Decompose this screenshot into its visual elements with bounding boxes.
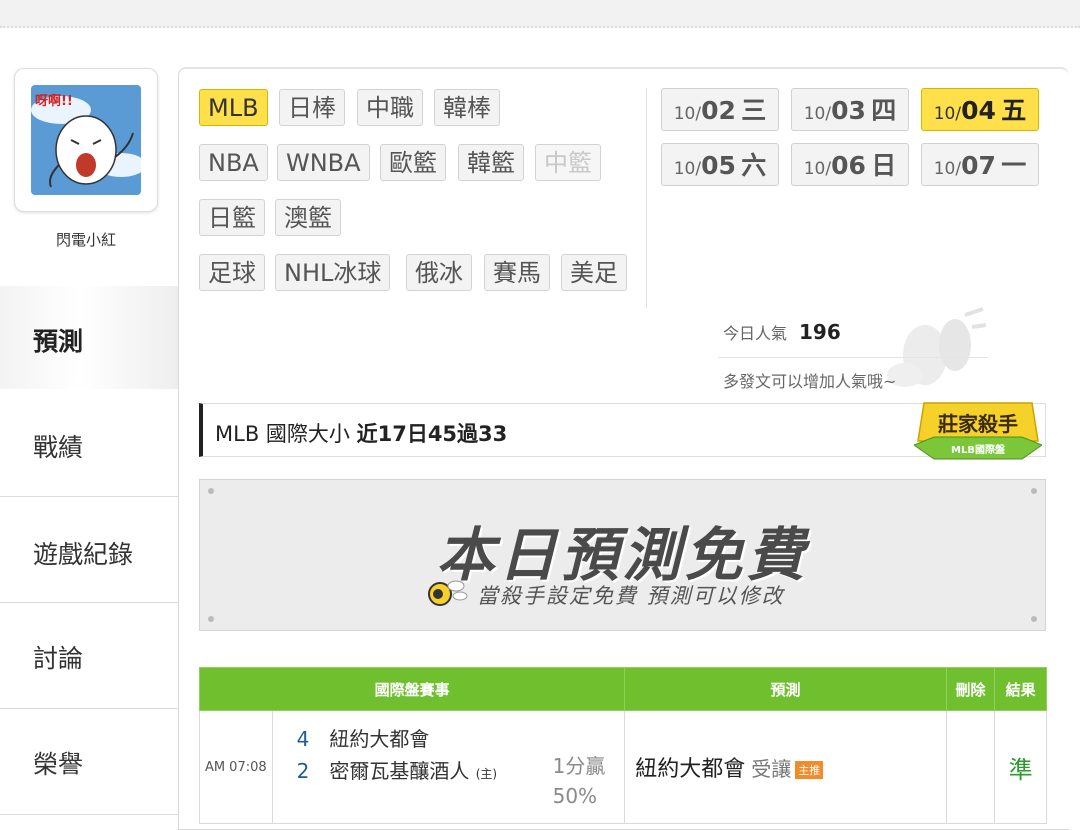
date-month: 10/ xyxy=(673,104,702,124)
date-tab-1006[interactable]: 10/06 日 xyxy=(791,143,909,186)
prediction-type: 受讓 xyxy=(751,757,792,781)
home-score: 2 xyxy=(296,759,310,783)
league-tab-horse-racing[interactable]: 賽馬 xyxy=(484,254,550,291)
column-header-prediction: 預測 xyxy=(624,667,947,711)
rivet-icon xyxy=(208,488,214,494)
away-team-name: 紐約大都會 xyxy=(329,727,430,751)
popularity-label: 今日人氣 xyxy=(723,324,788,343)
top-decorative-band xyxy=(0,0,1080,28)
away-score: 4 xyxy=(296,727,310,751)
date-weekday: 六 xyxy=(741,151,767,180)
username[interactable]: 閃電小紅 xyxy=(14,229,158,250)
bee-icon xyxy=(428,580,468,606)
date-weekday: 三 xyxy=(741,96,767,125)
nav-item-discussion[interactable]: 討論 xyxy=(0,603,178,709)
matchup-cell: 4 紐約大都會 2 密爾瓦基釀酒人 (主) 1分贏 50% xyxy=(271,710,626,824)
league-tab-nhl[interactable]: NHL冰球 xyxy=(275,254,391,291)
date-tab-1003[interactable]: 10/03 四 xyxy=(791,88,909,131)
date-day: 06 xyxy=(831,151,866,180)
date-month: 10/ xyxy=(803,104,832,124)
delete-cell[interactable] xyxy=(945,710,996,824)
column-header-event: 國際盤賽事 xyxy=(198,667,626,711)
prediction-table: 國際盤賽事 預測 刪除 結果 AM 07:08 4 紐約大都會 2 密爾瓦基釀酒人 … xyxy=(198,667,1047,824)
date-day: 07 xyxy=(961,151,996,180)
nav-item-honor[interactable]: 榮譽 xyxy=(0,709,178,815)
date-day: 05 xyxy=(701,151,736,180)
nav-item-label: 榮譽 xyxy=(33,750,84,779)
rivet-icon xyxy=(1031,616,1037,622)
odds-line: 1分贏 50% xyxy=(553,751,606,811)
predicted-team: 紐約大都會 xyxy=(635,757,746,782)
league-tab-mlb[interactable]: MLB xyxy=(199,89,268,126)
date-day: 02 xyxy=(701,96,736,125)
league-tab-soccer[interactable]: 足球 xyxy=(199,254,265,291)
bookmaker-killer-badge: 莊家殺手 MLB國際盤 xyxy=(914,402,1042,460)
league-tab-cpbl[interactable]: 中職 xyxy=(357,89,423,126)
date-tab-1002[interactable]: 10/02 三 xyxy=(661,88,779,131)
game-time: AM 07:08 xyxy=(199,710,273,824)
svg-text:呀啊!!: 呀啊!! xyxy=(35,94,73,109)
date-tab-1004[interactable]: 10/04 五 xyxy=(921,88,1039,131)
rivet-icon xyxy=(208,616,214,622)
rivet-icon xyxy=(1031,488,1037,494)
filter-divider xyxy=(646,88,647,308)
nav-item-game-log[interactable]: 遊戲紀錄 xyxy=(0,497,178,603)
page-title: MLB 國際大小 近17日45過33 xyxy=(215,418,507,448)
nav-item-predict[interactable]: 預測 xyxy=(0,286,178,389)
date-tab-1005[interactable]: 10/05 六 xyxy=(661,143,779,186)
date-day: 04 xyxy=(961,96,996,125)
svg-text:莊家殺手: 莊家殺手 xyxy=(938,412,1018,436)
svg-text:MLB國際盤: MLB國際盤 xyxy=(951,443,1006,456)
nav-item-record[interactable]: 戰績 xyxy=(0,390,178,497)
league-tab-nfl[interactable]: 美足 xyxy=(561,254,627,291)
popularity-decoration-icon xyxy=(887,307,987,387)
date-month: 10/ xyxy=(673,159,702,179)
date-tab-1007[interactable]: 10/07 一 xyxy=(921,143,1039,186)
column-header-delete: 刪除 xyxy=(945,667,996,711)
title-prefix: MLB 國際大小 xyxy=(215,422,350,446)
odds-percentage: 50% xyxy=(552,784,598,808)
league-tab-euro-basketball[interactable]: 歐籃 xyxy=(380,144,446,181)
column-header-result: 結果 xyxy=(994,667,1047,711)
date-weekday: 四 xyxy=(871,96,897,125)
date-weekday: 五 xyxy=(1001,96,1027,125)
home-marker: (主) xyxy=(475,767,498,781)
prediction-cell[interactable]: 紐約大都會 受讓 主推 xyxy=(624,710,947,824)
table-row: AM 07:08 4 紐約大都會 2 密爾瓦基釀酒人 (主) 1分贏 50% 紐約大… xyxy=(199,710,1047,824)
date-month: 10/ xyxy=(933,159,962,179)
league-tab-korea-basketball[interactable]: 韓籃 xyxy=(458,144,524,181)
result-cell: 準 xyxy=(994,710,1047,824)
away-team-row: 4 紐約大都會 xyxy=(297,723,430,752)
league-tab-npb[interactable]: 日棒 xyxy=(279,89,345,126)
league-tab-wnba[interactable]: WNBA xyxy=(277,144,370,181)
odds-handicap: 1分贏 xyxy=(552,754,606,778)
date-month: 10/ xyxy=(933,104,962,124)
avatar[interactable]: 呀啊!! xyxy=(14,68,158,212)
home-team-name: 密爾瓦基釀酒人 xyxy=(329,759,470,783)
league-tab-nba[interactable]: NBA xyxy=(199,144,268,181)
popularity-count: 今日人氣 196 xyxy=(723,320,841,344)
league-tab-japan-basketball[interactable]: 日籃 xyxy=(199,199,265,236)
date-weekday: 日 xyxy=(871,151,897,180)
main-pick-tag: 主推 xyxy=(795,761,824,779)
nav-item-label: 預測 xyxy=(33,327,84,356)
nav-item-label: 遊戲紀錄 xyxy=(33,540,134,569)
home-team-row: 2 密爾瓦基釀酒人 (主) xyxy=(297,755,497,784)
popularity-hint: 多發文可以增加人氣哦~ xyxy=(723,372,897,391)
date-month: 10/ xyxy=(803,159,832,179)
league-tab-australia-basketball[interactable]: 澳籃 xyxy=(275,199,341,236)
date-weekday: 一 xyxy=(1001,151,1027,180)
league-tab-khl[interactable]: 俄冰 xyxy=(406,254,472,291)
title-record: 近17日45過33 xyxy=(356,422,508,446)
nav-item-label: 戰績 xyxy=(33,433,84,462)
popularity-divider xyxy=(718,357,988,358)
league-tab-kbo[interactable]: 韓棒 xyxy=(434,89,500,126)
popularity-value: 196 xyxy=(799,320,841,344)
league-tab-china-basketball: 中籃 xyxy=(535,144,601,181)
banner-subline: 當殺手設定免費 預測可以修改 xyxy=(477,584,785,608)
date-day: 03 xyxy=(831,96,866,125)
free-prediction-banner: 本日預測免費 當殺手設定免費 預測可以修改 xyxy=(199,479,1046,631)
nav-item-label: 討論 xyxy=(33,644,84,673)
avatar-image: 呀啊!! xyxy=(31,85,141,195)
